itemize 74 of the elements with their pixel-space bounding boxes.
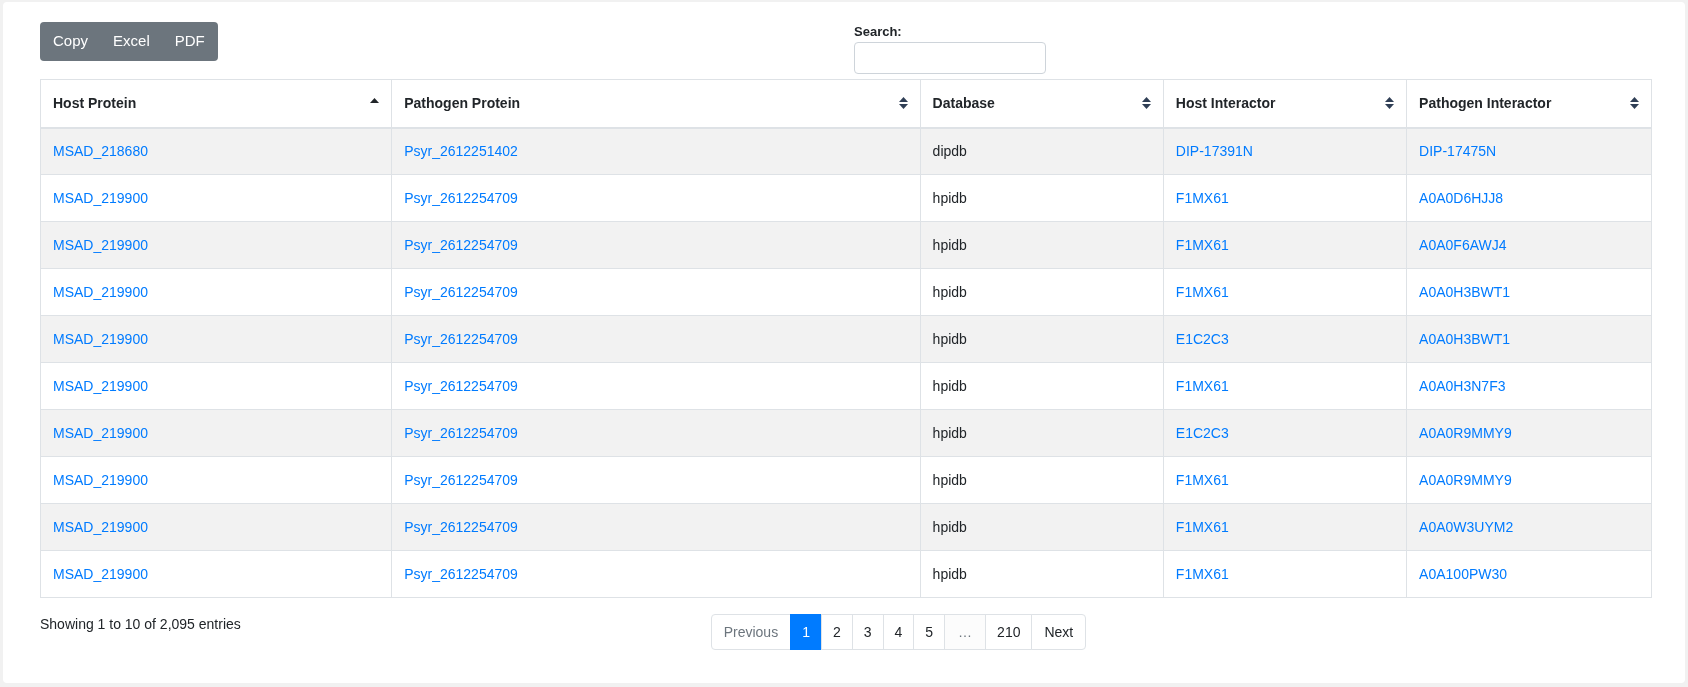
search-label: Search: xyxy=(854,23,903,41)
table-link[interactable]: MSAD_219900 xyxy=(53,518,148,535)
export-button[interactable]: Copy xyxy=(40,22,102,61)
column-header[interactable]: Database xyxy=(920,79,1164,128)
table-link[interactable]: A0A100PW30 xyxy=(1419,565,1508,582)
table-link[interactable]: Psyr_2612254709 xyxy=(404,518,518,535)
table-link[interactable]: A0A0W3UYM2 xyxy=(1419,518,1514,535)
search-field[interactable] xyxy=(854,41,1046,74)
column-header[interactable]: Pathogen Protein xyxy=(391,79,921,128)
column-label: Pathogen Interactor xyxy=(1419,93,1552,113)
table-link[interactable]: Psyr_2612254709 xyxy=(404,565,518,582)
table-link[interactable]: A0A0H3N7F3 xyxy=(1419,377,1506,394)
column-label: Host Interactor xyxy=(1175,93,1276,113)
page-button[interactable]: 4 xyxy=(882,614,915,650)
page-button[interactable]: 210 xyxy=(985,614,1033,650)
table-link[interactable]: MSAD_218680 xyxy=(53,142,148,159)
table-link[interactable]: Psyr_2612254709 xyxy=(404,424,518,441)
table-link[interactable]: MSAD_219900 xyxy=(53,189,148,206)
table-link[interactable]: F1MX61 xyxy=(1175,189,1229,206)
table-link[interactable]: A0A0R9MMY9 xyxy=(1419,424,1512,441)
table-link[interactable]: F1MX61 xyxy=(1175,236,1229,253)
table-cell: hpidb xyxy=(932,565,967,582)
table-link[interactable]: A0A0R9MMY9 xyxy=(1419,471,1512,488)
table-link[interactable]: DIP-17475N xyxy=(1419,142,1497,159)
column-label: Host Protein xyxy=(53,93,137,113)
table-link[interactable]: Psyr_2612254709 xyxy=(404,189,518,206)
table-link[interactable]: Psyr_2612254709 xyxy=(404,377,518,394)
table-link[interactable]: MSAD_219900 xyxy=(53,330,148,347)
table-link[interactable]: F1MX61 xyxy=(1175,283,1229,300)
table-link[interactable]: A0A0F6AWJ4 xyxy=(1419,236,1507,253)
table-cell: hpidb xyxy=(932,236,967,253)
table-link[interactable]: F1MX61 xyxy=(1175,565,1229,582)
table-cell: hpidb xyxy=(932,518,967,535)
page-button[interactable]: 2 xyxy=(820,614,853,650)
table-link[interactable]: MSAD_219900 xyxy=(53,471,148,488)
table-link[interactable]: E1C2C3 xyxy=(1175,424,1229,441)
table-link[interactable]: A0A0H3BWT1 xyxy=(1419,330,1511,347)
table-link[interactable]: A0A0H3BWT1 xyxy=(1419,283,1511,300)
page-button[interactable]: 1 xyxy=(790,614,822,650)
table-link[interactable]: MSAD_219900 xyxy=(53,236,148,253)
table-link[interactable]: Psyr_2612251402 xyxy=(404,142,518,159)
table-link[interactable]: A0A0D6HJJ8 xyxy=(1419,189,1504,206)
column-header[interactable]: Host Interactor xyxy=(1163,79,1407,128)
export-button[interactable]: PDF xyxy=(161,22,218,61)
table-link[interactable]: F1MX61 xyxy=(1175,471,1229,488)
table-link[interactable]: MSAD_219900 xyxy=(53,283,148,300)
table-cell: hpidb xyxy=(932,471,967,488)
table-link[interactable]: DIP-17391N xyxy=(1175,142,1253,159)
table-link[interactable]: E1C2C3 xyxy=(1175,330,1229,347)
column-header[interactable]: Pathogen Interactor xyxy=(1406,79,1652,128)
table-link[interactable]: MSAD_219900 xyxy=(53,424,148,441)
table-cell: dipdb xyxy=(932,142,967,159)
table-link[interactable]: MSAD_219900 xyxy=(53,565,148,582)
column-label: Pathogen Protein xyxy=(404,93,521,113)
table-cell: hpidb xyxy=(932,424,967,441)
page-button[interactable]: 5 xyxy=(913,614,946,650)
page-button[interactable]: 3 xyxy=(851,614,884,650)
table-link[interactable]: Psyr_2612254709 xyxy=(404,283,518,300)
table-cell: hpidb xyxy=(932,330,967,347)
table-link[interactable]: Psyr_2612254709 xyxy=(404,330,518,347)
table-link[interactable]: F1MX61 xyxy=(1175,518,1229,535)
table-link[interactable]: Psyr_2612254709 xyxy=(404,236,518,253)
table-link[interactable]: F1MX61 xyxy=(1175,377,1229,394)
column-label: Database xyxy=(932,93,995,113)
pagination-nav-button[interactable]: Next xyxy=(1031,614,1087,650)
table-cell: hpidb xyxy=(932,283,967,300)
table-link[interactable]: MSAD_219900 xyxy=(53,377,148,394)
table-link[interactable]: Psyr_2612254709 xyxy=(404,471,518,488)
table-cell: hpidb xyxy=(932,189,967,206)
table-cell: hpidb xyxy=(932,377,967,394)
column-header[interactable]: Host Protein xyxy=(40,79,392,128)
entries-info: Showing 1 to 10 of 2,095 entries xyxy=(40,615,241,634)
export-button[interactable]: Excel xyxy=(100,22,163,61)
pagination-ellipsis: … xyxy=(944,614,987,650)
